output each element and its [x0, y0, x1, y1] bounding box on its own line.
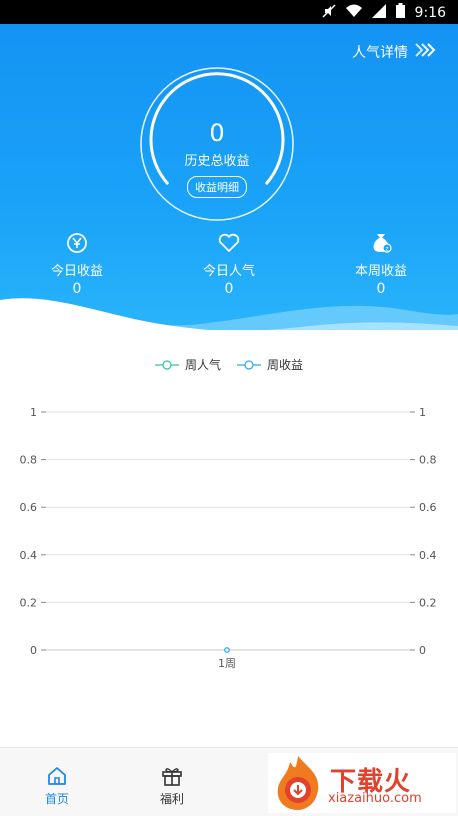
flame-logo-icon: [277, 756, 319, 810]
legend-label: 周人气: [184, 358, 221, 372]
y-tick-label-right: 0.8: [419, 454, 437, 467]
popularity-detail-label: 人气详情: [352, 45, 408, 61]
y-tick-label-left: 0.6: [20, 501, 38, 514]
legend-item-earnings[interactable]: 周收益: [237, 356, 303, 373]
status-time: 9:16: [414, 4, 446, 21]
earnings-detail-button[interactable]: 收益明细: [187, 176, 247, 198]
legend-label: 周收益: [267, 358, 304, 372]
y-tick-label-right: 0: [419, 644, 426, 657]
stat-label: 今日人气: [202, 264, 255, 279]
wave-decoration: [0, 298, 458, 330]
signal-icon: [371, 3, 386, 22]
popularity-detail-link[interactable]: 人气详情: [352, 42, 436, 62]
stat-label: 今日收益: [50, 264, 103, 279]
yuan-coin-icon: [7, 230, 147, 256]
weekly-line-chart: 1 1 0.8 0.8 0.6 0.6 0.4 0.4 0.2 0.2 0 0 1周: [20, 406, 437, 670]
y-tick-label-right: 0.4: [419, 549, 437, 562]
wifi-icon: [345, 4, 362, 22]
tab-label: 福利: [159, 792, 184, 806]
data-point: [224, 647, 230, 653]
stat-week-earnings[interactable]: z 本周收益 0: [311, 230, 451, 297]
stat-today-popularity[interactable]: 今日人气 0: [159, 230, 299, 297]
stat-label: 本周收益: [354, 264, 407, 279]
mute-icon: [322, 3, 336, 22]
home-icon: [27, 764, 87, 788]
legend-marker-earnings: [237, 359, 261, 370]
y-tick-label-left: 1: [30, 406, 37, 419]
svg-text:z: z: [385, 246, 388, 253]
status-bar: 9:16: [0, 0, 458, 24]
y-tick-label-right: 1: [419, 406, 426, 419]
battery-icon: [395, 3, 405, 22]
tab-home[interactable]: 首页: [27, 764, 87, 807]
y-tick-label-right: 0.2: [419, 596, 437, 609]
tab-welfare[interactable]: 福利: [142, 764, 202, 807]
money-bag-icon: z: [311, 230, 451, 256]
gift-icon: [142, 764, 202, 788]
total-earnings-value: 0: [209, 119, 225, 147]
watermark: 下载火 xiazaihuo.com: [268, 753, 456, 813]
heart-icon: [159, 230, 299, 256]
earnings-header: 人气详情 0 历史总收益 收益明细 今日收益 0 今日人气 0 z 本周收益 0: [0, 24, 458, 330]
watermark-url: xiazaihuo.com: [328, 791, 422, 806]
tab-label: 首页: [44, 792, 69, 806]
y-tick-label-left: 0.2: [20, 596, 38, 609]
legend-item-popularity[interactable]: 周人气: [154, 356, 221, 373]
x-tick-label: 1周: [218, 657, 236, 670]
legend-marker-popularity: [154, 359, 179, 370]
status-icons: 9:16: [322, 3, 446, 22]
double-chevron-right-icon: [414, 43, 436, 61]
daily-stats: 今日收益 0 今日人气 0 z 本周收益 0: [0, 230, 458, 300]
y-tick-label-left: 0: [30, 644, 37, 657]
y-tick-label-left: 0.4: [20, 549, 38, 562]
y-tick-label-left: 0.8: [20, 454, 38, 467]
total-earnings-gauge: 0 历史总收益 收益明细: [139, 66, 295, 222]
chart-legend: 周人气 周收益: [0, 356, 458, 373]
y-tick-label-right: 0.6: [419, 501, 437, 514]
total-earnings-label: 历史总收益: [184, 154, 250, 169]
stat-today-earnings[interactable]: 今日收益 0: [7, 230, 147, 297]
